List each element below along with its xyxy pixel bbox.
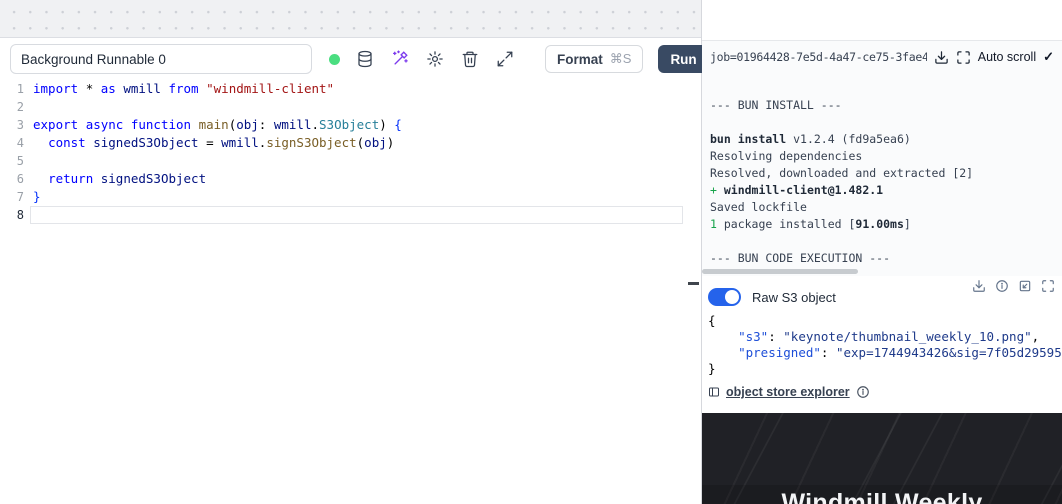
database-icon[interactable] — [355, 49, 375, 69]
open-in-drawer-icon[interactable] — [1018, 279, 1032, 293]
json-line: } — [708, 361, 1062, 377]
log-line — [710, 114, 1062, 131]
info-icon[interactable] — [995, 279, 1009, 293]
script-toolbar: Format ⌘S Run ⌘↵ — [0, 39, 701, 79]
saved-status-dot — [329, 54, 340, 65]
log-line: Resolving dependencies — [710, 148, 1062, 165]
line-number: 7 — [0, 188, 24, 206]
json-line: { — [708, 313, 1062, 329]
format-shortcut: ⌘S — [610, 51, 632, 67]
runnable-name-input[interactable] — [10, 44, 312, 74]
editor-overview-cursor-mark — [688, 282, 699, 285]
log-line: Resolved, downloaded and extracted [2] — [710, 165, 1062, 182]
auto-scroll-label: Auto scroll — [978, 50, 1036, 64]
object-store-explorer-row: object store explorer — [708, 385, 870, 399]
job-id-label: job=01964428-7e5d-4a47-ce75-3fae4 — [710, 50, 927, 64]
json-line: "presigned": "exp=1744943426&sig=7f05d29… — [708, 345, 1062, 361]
log-line: Saved lockfile — [710, 199, 1062, 216]
run-label: Run — [670, 52, 696, 67]
log-horizontal-scrollbar[interactable] — [702, 269, 858, 274]
code-line: import * as wmill from "windmill-client" — [33, 80, 685, 98]
explorer-info-icon[interactable] — [856, 385, 870, 399]
raw-s3-toggle-row: Raw S3 object — [708, 288, 836, 306]
line-number: 1 — [0, 80, 24, 98]
auto-scroll-checkbox[interactable]: ✓ — [1043, 49, 1054, 65]
line-number: 8 — [0, 206, 24, 224]
code-line: } — [33, 188, 685, 206]
log-lines: --- BUN INSTALL --- bun install v1.2.4 (… — [710, 97, 1062, 267]
code-editor[interactable]: 12345678 import * as wmill from "windmil… — [0, 80, 701, 504]
job-header-row: job=01964428-7e5d-4a47-ce75-3fae4 Auto s… — [702, 41, 1062, 65]
line-number: 6 — [0, 170, 24, 188]
download-logs-icon[interactable] — [934, 50, 949, 65]
log-line: 1 package installed [91.00ms] — [710, 216, 1062, 233]
side-panel-icon — [708, 386, 720, 398]
log-line: + windmill-client@1.482.1 — [710, 182, 1062, 199]
log-line: bun install v1.2.4 (fd9a5ea6) — [710, 131, 1062, 148]
code-line: return signedS3Object — [33, 170, 685, 188]
log-line: --- BUN CODE EXECUTION --- — [710, 250, 1062, 267]
line-number: 2 — [0, 98, 24, 116]
line-number: 3 — [0, 116, 24, 134]
app-canvas-grid[interactable] — [0, 0, 701, 38]
result-panel: Raw S3 object { "s3": "keynote/thumbnail… — [702, 276, 1062, 504]
expand-icon[interactable] — [495, 49, 515, 69]
line-number: 5 — [0, 152, 24, 170]
code-line — [33, 98, 685, 116]
line-number: 4 — [0, 134, 24, 152]
trash-icon[interactable] — [460, 49, 480, 69]
expand-logs-icon[interactable] — [956, 50, 971, 65]
raw-s3-toggle[interactable] — [708, 288, 741, 306]
editor-gutter: 12345678 — [0, 80, 24, 224]
s3-image-preview: Windmill Weekly — [702, 413, 1062, 504]
maximize-result-icon[interactable] — [1041, 279, 1055, 293]
ai-wand-icon[interactable] — [390, 49, 410, 69]
code-line — [33, 206, 685, 224]
log-line — [710, 233, 1062, 250]
json-lines: { "s3": "keynote/thumbnail_weekly_10.png… — [708, 313, 1062, 377]
code-lines[interactable]: import * as wmill from "windmill-client"… — [33, 80, 685, 224]
raw-s3-toggle-label: Raw S3 object — [752, 290, 836, 305]
format-button[interactable]: Format ⌘S — [545, 45, 643, 73]
code-line: const signedS3Object = wmill.signS3Objec… — [33, 134, 685, 152]
code-line: export async function main(obj: wmill.S3… — [33, 116, 685, 134]
object-store-explorer-link[interactable]: object store explorer — [726, 385, 850, 399]
json-line: "s3": "keynote/thumbnail_weekly_10.png", — [708, 329, 1062, 345]
log-line: --- BUN INSTALL --- — [710, 97, 1062, 114]
toggle-knob — [725, 290, 739, 304]
result-actions — [972, 279, 1055, 293]
job-log-panel: job=01964428-7e5d-4a47-ce75-3fae4 Auto s… — [702, 40, 1062, 276]
download-result-icon[interactable] — [972, 279, 986, 293]
code-line — [33, 152, 685, 170]
settings-gear-icon[interactable] — [425, 49, 445, 69]
format-label: Format — [557, 52, 603, 67]
preview-title: Windmill Weekly — [702, 489, 1062, 504]
